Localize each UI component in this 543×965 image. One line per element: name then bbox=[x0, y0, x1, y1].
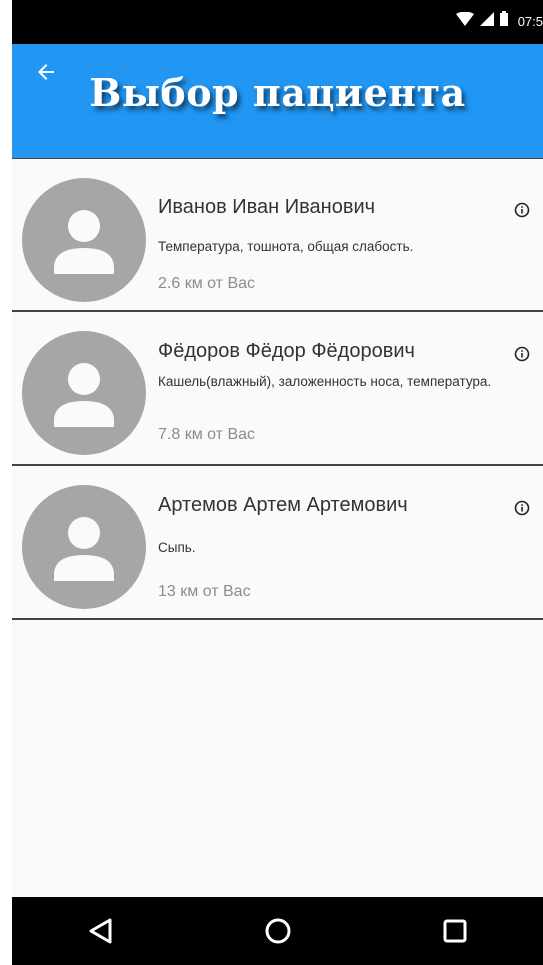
status-icons: 07:5 bbox=[455, 10, 543, 32]
back-triangle-icon bbox=[89, 918, 111, 944]
info-button[interactable] bbox=[511, 497, 533, 519]
info-icon bbox=[514, 202, 530, 218]
status-time: 07:5 bbox=[517, 13, 543, 29]
app-bar: Выбор пациента bbox=[12, 44, 543, 158]
cell-signal-icon bbox=[479, 11, 494, 31]
patient-symptoms: Сыпь. bbox=[158, 540, 196, 555]
patient-card[interactable]: Фёдоров Фёдор Фёдорович Кашель(влажный),… bbox=[12, 312, 543, 466]
person-icon bbox=[54, 210, 114, 274]
info-icon bbox=[514, 500, 530, 516]
info-button[interactable] bbox=[511, 343, 533, 365]
patient-name: Фёдоров Фёдор Фёдорович bbox=[158, 340, 415, 362]
phone-screen: 07:5 Выбор пациента Иванов Иван Иванович bbox=[12, 0, 543, 965]
info-button[interactable] bbox=[511, 199, 533, 221]
avatar bbox=[22, 178, 146, 302]
patient-card[interactable]: Иванов Иван Иванович Температура, тошнот… bbox=[12, 158, 543, 312]
battery-icon bbox=[499, 11, 508, 31]
person-icon bbox=[54, 517, 114, 581]
patient-symptoms: Кашель(влажный), заложенность носа, темп… bbox=[158, 374, 492, 389]
navigation-bar bbox=[12, 897, 543, 965]
wifi-icon bbox=[455, 11, 474, 31]
info-icon bbox=[514, 346, 530, 362]
patient-symptoms: Температура, тошнота, общая слабость. bbox=[158, 239, 414, 254]
patient-distance: 2.6 км от Вас bbox=[158, 275, 256, 292]
patient-distance: 7.8 км от Вас bbox=[158, 426, 256, 443]
nav-back-button[interactable] bbox=[71, 901, 131, 961]
nav-home-button[interactable] bbox=[248, 901, 308, 961]
status-bar: 07:5 bbox=[12, 0, 543, 44]
patient-distance: 13 км от Вас bbox=[158, 583, 251, 600]
recents-square-icon bbox=[443, 919, 466, 943]
patient-name: Иванов Иван Иванович bbox=[158, 196, 376, 218]
patient-name: Артемов Артем Артемович bbox=[158, 494, 408, 516]
person-icon bbox=[54, 363, 114, 427]
patient-list: Иванов Иван Иванович Температура, тошнот… bbox=[12, 158, 543, 620]
page-title: Выбор пациента bbox=[89, 70, 466, 115]
avatar bbox=[22, 485, 146, 609]
nav-recents-button[interactable] bbox=[425, 901, 485, 961]
patient-card[interactable]: Артемов Артем Артемович Сыпь. 13 км от В… bbox=[12, 466, 543, 620]
home-circle-icon bbox=[265, 918, 290, 944]
avatar bbox=[22, 331, 146, 455]
